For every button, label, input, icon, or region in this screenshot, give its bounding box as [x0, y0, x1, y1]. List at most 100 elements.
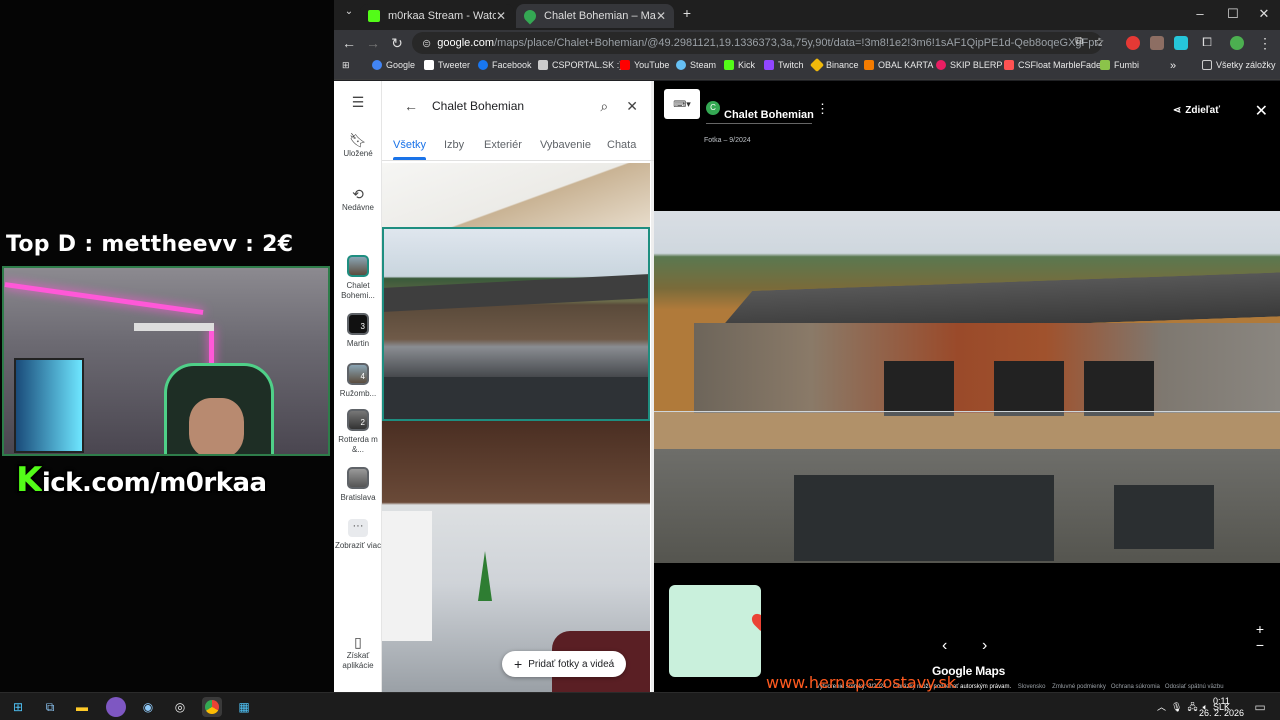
back-arrow-icon[interactable]: ←	[340, 35, 358, 51]
rail-item-ruzomberok[interactable]: 4 Ružomb...	[334, 363, 382, 399]
install-app-icon[interactable]: ⧉	[1070, 35, 1088, 48]
bookmark-label: CSFloat MarbleFade	[1018, 60, 1102, 70]
search-icon[interactable]: ⌕	[600, 98, 608, 115]
extension-icon[interactable]	[1174, 36, 1188, 50]
all-bookmarks-folder[interactable]: Všetky záložky	[1202, 60, 1276, 70]
main-photo[interactable]	[654, 211, 1280, 563]
tab-search-chevron-icon[interactable]: ⌄	[340, 6, 358, 17]
tab-exterier[interactable]: Exteriér	[484, 139, 522, 151]
bookmark-google[interactable]: Google	[372, 60, 415, 70]
zoom-out-icon[interactable]: −	[1256, 637, 1264, 653]
tab-kick-stream[interactable]: m0rkaa Stream - Watch Live on ✕	[360, 4, 514, 28]
search-input[interactable]: Chalet Bohemian	[432, 99, 600, 113]
clock[interactable]: 0:11 26. 2. 2026	[1199, 695, 1244, 719]
site-info-icon[interactable]: ⊜	[422, 37, 431, 50]
close-tab-icon[interactable]: ✕	[656, 9, 666, 23]
next-chevron-icon[interactable]: ›	[982, 637, 987, 655]
zoom-in-icon[interactable]: +	[1256, 621, 1264, 637]
bookmark-csfloat[interactable]: CSFloat MarbleFade	[1004, 60, 1101, 70]
rail-item-rotterdam[interactable]: 2 Rotterda m &...	[334, 409, 382, 455]
bookmark-kick[interactable]: Kick	[724, 60, 755, 70]
extension-icon[interactable]	[1126, 36, 1140, 50]
bookmark-star-icon[interactable]: ☆	[1090, 35, 1108, 49]
tab-izby[interactable]: Izby	[444, 139, 464, 151]
minimize-icon[interactable]: –	[1190, 6, 1210, 21]
close-icon[interactable]: ✕	[1255, 101, 1268, 121]
task-view-icon[interactable]: ⧉	[40, 697, 60, 717]
bookmark-label: OBAL KARTA	[878, 60, 934, 70]
notification-icon[interactable]: ▭	[1250, 697, 1270, 717]
steam-icon[interactable]: ◉	[138, 697, 158, 717]
tray-chevron-icon[interactable]: ︿	[1157, 702, 1166, 712]
csfloat-icon	[1004, 60, 1014, 70]
keyboard-icon[interactable]: ⌨▾	[664, 89, 700, 119]
bookmark-binance[interactable]: Binance	[809, 57, 859, 73]
garage-door	[794, 475, 1054, 561]
bookmark-tweeter[interactable]: Tweeter	[424, 60, 470, 70]
watermark-text: www.hernepczostavy.sk	[766, 673, 957, 692]
back-arrow-icon[interactable]: ←	[404, 98, 418, 114]
extension-icon[interactable]	[1150, 36, 1164, 50]
menu-hamburger-icon[interactable]: ☰	[334, 95, 382, 111]
rail-saved[interactable]: 🔖︎ Uložené	[334, 133, 382, 159]
close-icon[interactable]: ✕	[626, 98, 638, 115]
photo-thumbnail[interactable]	[382, 163, 650, 227]
more-options-icon[interactable]: ⋮	[816, 101, 829, 117]
profile-avatar[interactable]	[1230, 36, 1244, 50]
close-window-icon[interactable]: ✕	[1254, 6, 1274, 22]
mini-map[interactable]	[669, 585, 761, 677]
photo-date: Fotka – 9/2024	[704, 137, 751, 144]
file-explorer-icon[interactable]: ▬	[72, 697, 92, 717]
facebook-icon	[478, 60, 488, 70]
close-tab-icon[interactable]: ✕	[496, 9, 506, 23]
windows-start-icon[interactable]: ⊞	[8, 697, 28, 717]
steam-icon	[676, 60, 686, 70]
rail-item-martin[interactable]: 3 Martin	[334, 313, 382, 349]
rail-recent[interactable]: ⟲ Nedávne	[334, 187, 382, 213]
rail-get-app[interactable]: ▯ Získať aplikácie	[334, 635, 382, 671]
maximize-icon[interactable]: ☐	[1223, 6, 1243, 22]
chrome-icon[interactable]	[202, 697, 222, 717]
rail-item-bratislava[interactable]: Bratislava	[334, 467, 382, 503]
apps-grid-icon[interactable]: ⊞	[342, 60, 350, 71]
bookmark-fumbi[interactable]: Fumbi	[1100, 60, 1139, 70]
bookmarks-overflow-icon[interactable]: »	[1170, 60, 1176, 72]
bookmark-youtube[interactable]: YouTube	[620, 60, 669, 70]
feedback-link[interactable]: Odoslať spätnú väzbu	[1165, 684, 1224, 690]
add-photos-button[interactable]: + Pridať fotky a videá	[502, 651, 627, 677]
address-bar[interactable]: ⊜ google.com/maps/place/Chalet+Bohemian/…	[412, 32, 1102, 54]
tab-vybavenie[interactable]: Vybavenie	[540, 139, 591, 151]
rail-label: Nedávne	[341, 203, 375, 212]
bookmark-csportal[interactable]: CSPORTAL.SK :)	[538, 60, 622, 70]
bookmark-facebook[interactable]: Facebook	[478, 60, 532, 70]
tab-title: m0rkaa Stream - Watch Live on	[388, 10, 496, 22]
share-button[interactable]: ⋖ Zdieľať	[1173, 105, 1220, 116]
bookmark-steam[interactable]: Steam	[676, 60, 716, 70]
tab-google-maps[interactable]: Chalet Bohemian – Mapy Goog ✕	[516, 4, 674, 28]
obs-icon[interactable]: ◎	[170, 697, 190, 717]
network-icon[interactable]: 🖧︎	[1188, 702, 1198, 712]
photo-thumbnail-selected[interactable]	[382, 227, 650, 421]
bookmark-obal-karta[interactable]: OBAL KARTA	[864, 60, 933, 70]
forward-arrow-icon[interactable]: →	[364, 35, 382, 51]
rail-item-chalet[interactable]: Chalet Bohemi...	[334, 255, 382, 301]
discord-icon[interactable]	[106, 697, 126, 717]
previous-chevron-icon[interactable]: ‹	[942, 637, 947, 655]
tab-vsetky[interactable]: Všetky	[393, 139, 427, 160]
calculator-icon[interactable]: ▦	[234, 697, 254, 717]
region-link[interactable]: Slovensko	[1018, 684, 1046, 690]
microphone-icon[interactable]: 🎙︎	[1171, 702, 1182, 712]
bookmark-skip-blerp[interactable]: SKIP BLERP	[936, 60, 1002, 70]
bookmark-twitch[interactable]: Twitch	[764, 60, 804, 70]
streamer	[189, 398, 244, 454]
rail-show-more[interactable]: ··· Zobraziť viac	[334, 519, 382, 551]
menu-kebab-icon[interactable]: ⋮	[1256, 35, 1274, 52]
new-tab-button[interactable]: +	[678, 5, 696, 21]
place-name[interactable]: Chalet Bohemian	[724, 109, 814, 121]
terms-link[interactable]: Zmluvné podmienky	[1052, 684, 1106, 690]
reload-icon[interactable]: ↻	[388, 35, 406, 52]
tab-chata[interactable]: Chata	[607, 139, 636, 151]
binance-icon	[809, 57, 825, 73]
privacy-link[interactable]: Ochrana súkromia	[1111, 684, 1160, 690]
extensions-puzzle-icon[interactable]: ⧠	[1198, 35, 1216, 50]
